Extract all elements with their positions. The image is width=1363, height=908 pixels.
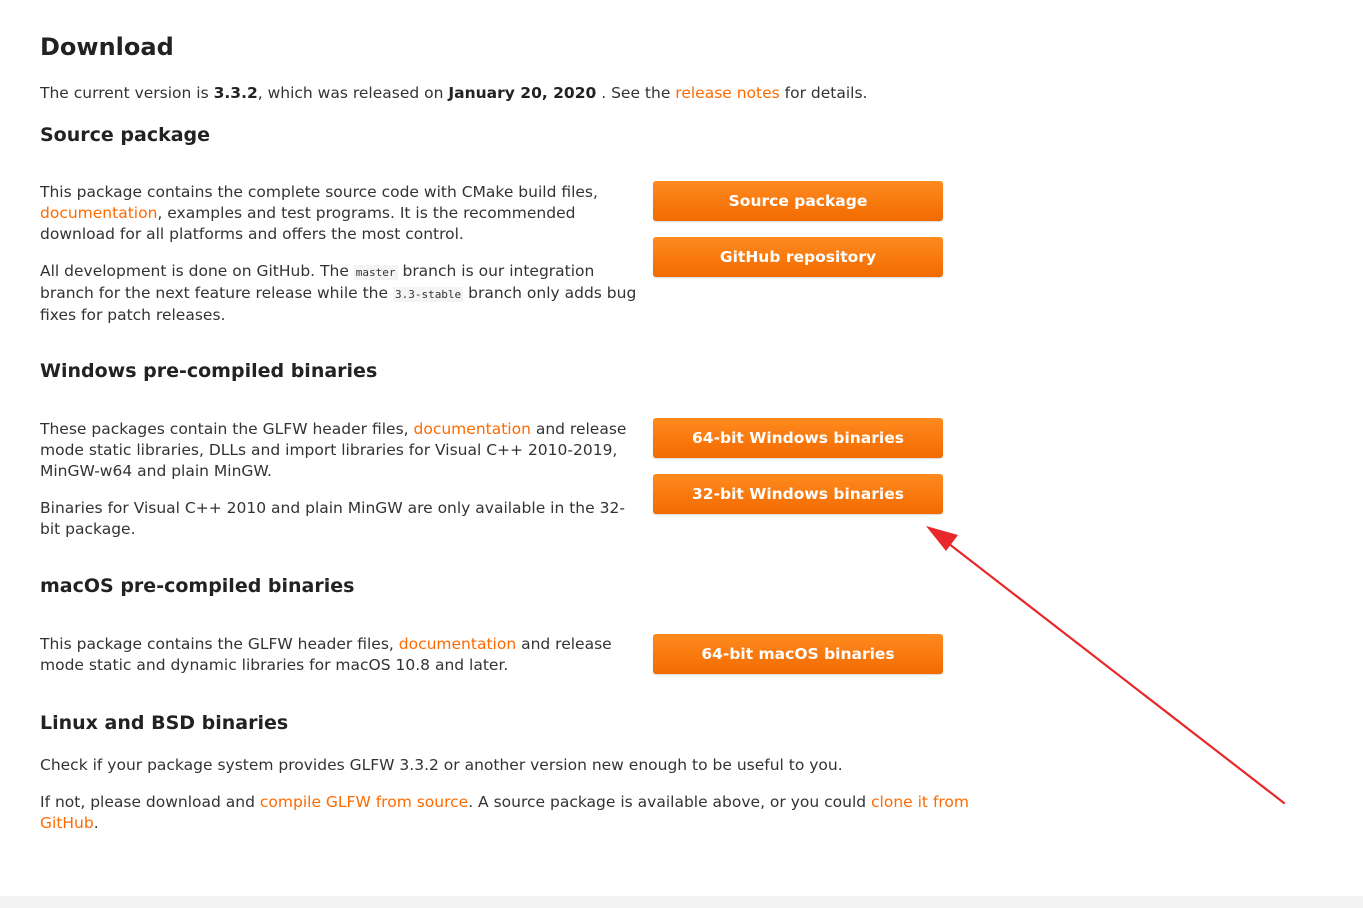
source-development-note: All development is done on GitHub. The m… — [40, 261, 640, 326]
windows-description: These packages contain the GLFW header f… — [40, 419, 640, 482]
dev-note-a: All development is done on GitHub. The — [40, 262, 354, 280]
source-heading: Source package — [40, 124, 211, 146]
linux-package-note: Check if your package system provides GL… — [40, 756, 843, 774]
footer-bar — [0, 896, 1363, 908]
page-title: Download — [40, 33, 174, 61]
download-page: Download The current version is 3.3.2, w… — [40, 0, 1040, 896]
windows-desc-before: These packages contain the GLFW header f… — [40, 420, 414, 438]
linux-note-middle: . A source package is available above, o… — [468, 793, 872, 811]
linux-heading: Linux and BSD binaries — [40, 712, 289, 734]
macos-documentation-link[interactable]: documentation — [399, 635, 516, 653]
windows-heading: Windows pre-compiled binaries — [40, 360, 378, 382]
linux-compile-note: If not, please download and compile GLFW… — [40, 792, 980, 834]
macos-desc-before: This package contains the GLFW header fi… — [40, 635, 399, 653]
linux-note-after: . — [93, 814, 99, 832]
intro-middle: , which was released on — [257, 84, 449, 102]
intro-prefix: The current version is — [40, 84, 214, 102]
intro-after-date: . See the — [596, 84, 676, 102]
source-description: This package contains the complete sourc… — [40, 182, 640, 245]
windows-64bit-button[interactable]: 64-bit Windows binaries — [653, 418, 943, 458]
release-notes-link[interactable]: release notes — [675, 84, 779, 102]
source-desc-before: This package contains the complete sourc… — [40, 183, 598, 201]
source-package-button[interactable]: Source package — [653, 181, 943, 221]
compile-from-source-link[interactable]: compile GLFW from source — [260, 793, 468, 811]
version-intro: The current version is 3.3.2, which was … — [40, 83, 1000, 104]
version-number: 3.3.2 — [213, 84, 258, 102]
windows-32bit-button[interactable]: 32-bit Windows binaries — [653, 474, 943, 514]
source-documentation-link[interactable]: documentation — [40, 204, 157, 222]
intro-suffix: for details. — [779, 84, 868, 102]
macos-description: This package contains the GLFW header fi… — [40, 634, 640, 676]
windows-documentation-link[interactable]: documentation — [414, 420, 531, 438]
stable-branch-code: 3.3-stable — [392, 287, 464, 302]
github-repository-button[interactable]: GitHub repository — [653, 237, 943, 277]
windows-32bit-note: Binaries for Visual C++ 2010 and plain M… — [40, 499, 625, 538]
master-branch-code: master — [353, 265, 398, 280]
release-date: January 20, 2020 — [448, 84, 597, 102]
macos-heading: macOS pre-compiled binaries — [40, 575, 355, 597]
macos-64bit-button[interactable]: 64-bit macOS binaries — [653, 634, 943, 674]
linux-note-before: If not, please download and — [40, 793, 260, 811]
